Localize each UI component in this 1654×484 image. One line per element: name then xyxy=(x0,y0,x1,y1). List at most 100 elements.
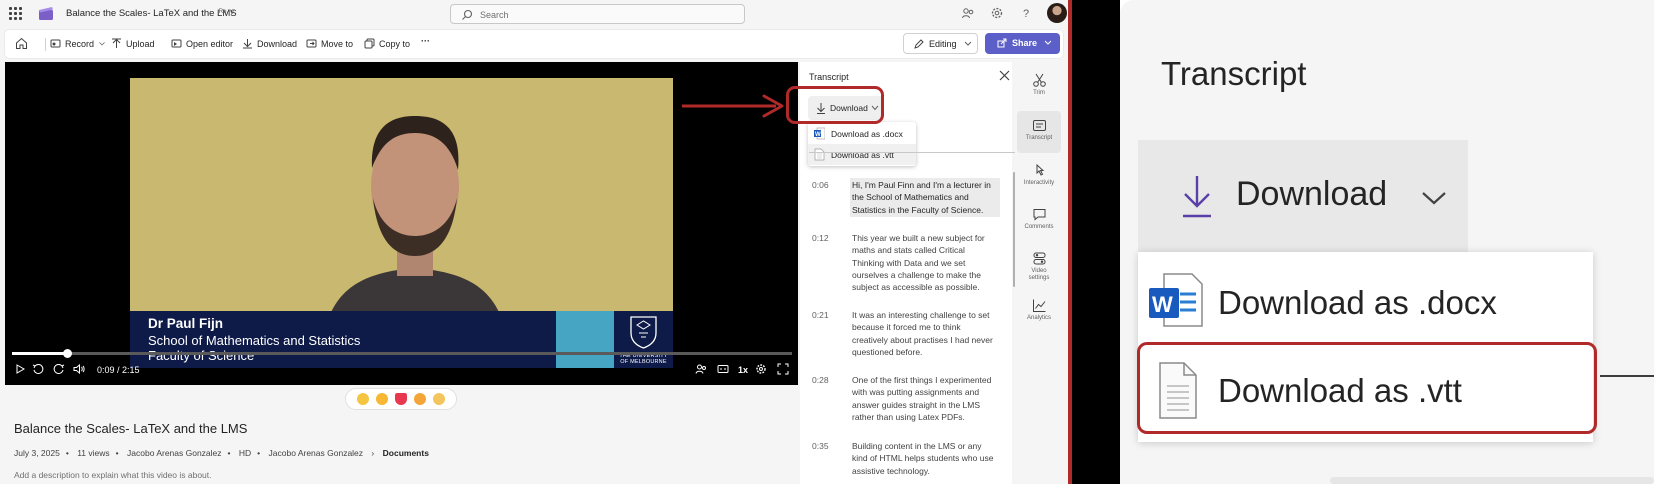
people-tag-icon[interactable] xyxy=(695,363,707,375)
forward-10-icon[interactable] xyxy=(53,363,65,375)
clap-icon[interactable] xyxy=(433,393,445,405)
owner-name[interactable]: Jacobo Arenas Gonzalez xyxy=(127,448,222,458)
video-frame: Dr Paul Fijn School of Mathematics and S… xyxy=(130,78,673,368)
rail-video-settings-label-2: settings xyxy=(1028,275,1050,281)
svg-text:W: W xyxy=(815,132,821,138)
entry-timestamp[interactable]: 0:06 xyxy=(812,180,829,190)
editing-mode-button[interactable]: Editing xyxy=(903,33,978,54)
title-sensitivity-chevron[interactable]: ᴿ⁸ ˅ xyxy=(219,7,235,17)
interactivity-icon xyxy=(1036,163,1044,176)
zoom-download-button[interactable]: Download xyxy=(1138,140,1468,252)
rail-transcript[interactable]: Transcript xyxy=(1017,111,1061,153)
description-placeholder[interactable]: Add a description to explain what this v… xyxy=(14,470,212,480)
transcript-panel: Transcript Download W Download as .docx … xyxy=(800,62,1016,484)
chevron-down-icon xyxy=(1422,192,1446,205)
editing-label: Editing xyxy=(929,39,957,49)
seek-bar[interactable] xyxy=(12,349,792,358)
settings-icon[interactable] xyxy=(990,6,1004,20)
tools-rail: Trim Transcript Interactivity Comments V… xyxy=(1015,62,1063,484)
entry-timestamp[interactable]: 0:12 xyxy=(812,233,829,243)
zoom-download-docx-label: Download as .docx xyxy=(1218,284,1497,321)
entry-timestamp[interactable]: 0:21 xyxy=(812,310,829,320)
seek-bar-handle[interactable] xyxy=(62,349,72,358)
breadcrumb-owner[interactable]: Jacobo Arenas Gonzalez xyxy=(269,448,364,458)
lower-third-accent xyxy=(556,311,614,368)
download-label: Download xyxy=(257,38,298,49)
captions-icon[interactable] xyxy=(717,363,729,375)
rail-comments[interactable]: Comments xyxy=(1017,200,1061,242)
entry-text: This year we built a new subject for mat… xyxy=(852,233,985,293)
rail-video-settings-label-1: Video xyxy=(1031,268,1047,274)
download-vtt-item[interactable]: Download as .vtt xyxy=(808,144,916,165)
help-icon[interactable]: ? xyxy=(1019,6,1033,20)
search-input[interactable]: Search xyxy=(450,4,745,24)
zoom-download-docx-item[interactable]: W Download as .docx xyxy=(1138,256,1593,348)
rail-interactivity[interactable]: Interactivity xyxy=(1017,156,1061,198)
record-button[interactable]: Record xyxy=(50,38,106,49)
open-editor-button[interactable]: Open editor xyxy=(171,38,233,49)
app-launcher-icon[interactable] xyxy=(9,7,22,20)
copy-to-label: Copy to xyxy=(379,38,411,49)
avatar[interactable] xyxy=(1047,3,1067,23)
lower-third: Dr Paul Fijn School of Mathematics and S… xyxy=(130,311,556,368)
scissors-icon xyxy=(1032,73,1046,87)
svg-text:W: W xyxy=(1152,292,1173,317)
video-meta: July 3, 2025 • 11 views • Jacobo Arenas Go… xyxy=(14,448,429,458)
annotation-highlight-vtt xyxy=(1137,342,1597,434)
more-button[interactable]: ··· xyxy=(421,36,430,46)
rail-video-settings[interactable]: Video settings xyxy=(1017,244,1061,290)
upload-icon xyxy=(112,38,121,48)
download-menu: W Download as .docx Download as .vtt xyxy=(808,122,916,166)
rail-transcript-label: Transcript xyxy=(1025,135,1053,141)
breadcrumb-folder[interactable]: Documents xyxy=(383,448,429,458)
university-crest-icon xyxy=(630,316,657,349)
annotation-connector-line xyxy=(1600,375,1654,377)
copy-icon xyxy=(364,38,375,49)
home-icon[interactable] xyxy=(15,37,28,50)
people-icon[interactable] xyxy=(961,6,975,20)
view-count: 11 views xyxy=(77,448,110,458)
download-docx-item[interactable]: W Download as .docx xyxy=(808,123,916,144)
upload-button[interactable]: Upload xyxy=(111,38,155,49)
close-icon[interactable] xyxy=(999,70,1010,81)
rail-analytics[interactable]: Analytics xyxy=(1017,291,1061,333)
rewind-10-icon[interactable] xyxy=(32,363,44,375)
rail-interactivity-label: Interactivity xyxy=(1023,180,1055,186)
move-icon xyxy=(306,39,317,48)
annotation-highlight-download xyxy=(786,86,884,124)
move-to-button[interactable]: Move to xyxy=(306,38,353,49)
entry-timestamp[interactable]: 0:35 xyxy=(812,441,829,451)
reactions-bar xyxy=(345,388,457,410)
player-settings-icon[interactable] xyxy=(755,363,767,375)
zoom-transcript-title: Transcript xyxy=(1161,55,1307,92)
surprised-icon[interactable] xyxy=(414,393,426,405)
play-icon[interactable] xyxy=(14,363,26,375)
heart-icon[interactable] xyxy=(395,393,407,405)
volume-icon[interactable] xyxy=(73,363,85,375)
download-button[interactable]: Download xyxy=(242,38,297,49)
editor-icon xyxy=(171,39,182,48)
entry-timestamp[interactable]: 0:28 xyxy=(812,375,829,385)
rail-trim[interactable]: Trim xyxy=(1017,66,1061,108)
university-logo: THE UNIVERSITY OF MELBOURNE xyxy=(614,311,673,368)
word-file-icon: W xyxy=(814,127,825,140)
text-file-icon xyxy=(814,148,825,161)
stream-app: Balance the Scales- LaTeX and the LMS ᴿ⁸… xyxy=(0,0,1068,484)
share-button[interactable]: Share xyxy=(985,33,1060,54)
entry-text: Hi, I'm Paul Finn and I'm a lecturer in … xyxy=(850,178,1000,217)
breadcrumb-chevron-icon: › xyxy=(371,448,375,458)
chevron-down-icon xyxy=(99,42,105,46)
pencil-icon xyxy=(914,39,924,49)
laugh-icon[interactable] xyxy=(376,393,388,405)
stream-clapperboard-icon xyxy=(39,7,53,20)
playback-time: 0:09 / 2:15 xyxy=(97,365,140,375)
title-bar: Balance the Scales- LaTeX and the LMS ᴿ⁸… xyxy=(0,0,1068,28)
copy-to-button[interactable]: Copy to xyxy=(364,38,410,49)
thumbs-up-icon[interactable] xyxy=(357,393,369,405)
speaker-faculty: Faculty of Science xyxy=(148,348,255,363)
playback-speed[interactable]: 1x xyxy=(738,365,748,375)
speaker-school: School of Mathematics and Statistics xyxy=(148,333,361,348)
fullscreen-icon[interactable] xyxy=(777,363,789,375)
zoom-download-label: Download xyxy=(1236,175,1388,213)
video-settings-icon xyxy=(1033,252,1045,265)
